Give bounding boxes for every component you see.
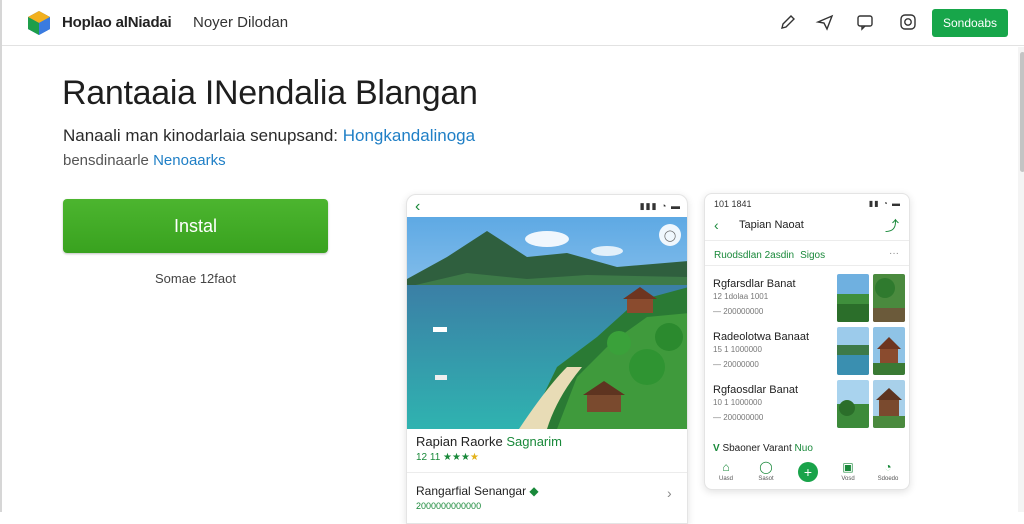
thumbnail-image	[837, 380, 869, 428]
category-row[interactable]: V Sbaoner Varant Nuo	[713, 443, 813, 454]
thumbnail-image	[837, 327, 869, 375]
divider	[705, 265, 909, 266]
signal-icons: ▮▮ ◔ ▬	[868, 199, 901, 208]
top-navbar: Hoplao alNiadai Noyer Dilodan Sondoabs	[2, 0, 1024, 46]
bookmark-icon: ▣	[842, 460, 854, 474]
category-tag: Nuo	[794, 443, 813, 454]
description-text-2: bensdinaarle	[63, 152, 154, 169]
place-tag[interactable]: Sagnarim	[506, 434, 562, 449]
page-title: Rantaaia INendalia Blangan	[62, 74, 478, 112]
lake-island-photo	[407, 217, 687, 429]
list-item-meta-2: — 200000000	[713, 413, 764, 422]
tab-profile[interactable]: ◔ Sdoedo	[873, 460, 903, 484]
status-bar: ‹ ▮▮▮ ◔ ▬	[407, 195, 687, 217]
tab-saved[interactable]: ▣ Vosd	[833, 460, 863, 484]
back-arrow-icon[interactable]: ‹	[415, 198, 420, 216]
screen-title: Tapian Naoat	[739, 219, 804, 231]
list-item[interactable]: Rgfaosdlar Banat 10 1 1000000 — 20000000…	[705, 380, 909, 434]
tab-label: Sasot	[758, 476, 774, 482]
list-item[interactable]: Rgfarsdlar Banat 12 1dolaa 1001 — 200000…	[705, 274, 909, 328]
chat-icon[interactable]	[855, 12, 875, 32]
rating-text: 12 11 ★★★	[416, 452, 470, 463]
phone-screenshot-list: 101 1841 ▮▮ ◔ ▬ ‹ Tapian Naoat ⤴ Ruodsdl…	[704, 193, 910, 490]
list-item[interactable]: Radeolotwa Banaat 15 1 1000000 — 2000000…	[705, 327, 909, 381]
add-button[interactable]: +	[798, 462, 818, 482]
tab-home[interactable]: ⌂ Uasd	[711, 460, 741, 484]
favorite-icon[interactable]: ◯	[659, 224, 681, 246]
diamond-icon: ◆	[529, 484, 539, 498]
tab-label: Uasd	[718, 476, 733, 482]
more-icon[interactable]: ···	[889, 248, 899, 259]
send-icon[interactable]	[815, 12, 835, 32]
nav-link[interactable]: Noyer Dilodan	[193, 14, 288, 31]
place-name-text: Rapian Raorke	[416, 434, 507, 449]
description-line-1: Nanaali man kinodarlaia senupsand: Hongk…	[63, 126, 475, 146]
divider	[705, 240, 909, 241]
list-item-name: Rangarfial Senangar	[416, 484, 530, 498]
list-item-meta-2: — 200000000	[713, 307, 764, 316]
profile-icon: ◔	[884, 460, 892, 474]
chevron-right-icon[interactable]: ›	[667, 485, 672, 501]
description-link[interactable]: Hongkandalinoga	[343, 126, 475, 145]
install-button[interactable]: Instal	[63, 199, 328, 253]
tab-label: Sdoedo	[877, 476, 899, 482]
list-item-name: Rgfarsdlar Banat	[713, 278, 796, 290]
networks-link[interactable]: Nenoaarks	[153, 152, 226, 169]
list-item-meta: 15 1 1000000	[713, 345, 762, 354]
filter-bar[interactable]: Ruodsdlan 2asdin Sigos	[714, 250, 825, 261]
divider	[407, 472, 687, 473]
signal-icons: ▮▮▮ ◔ ▬	[639, 201, 681, 211]
app-logo-icon[interactable]	[26, 10, 52, 36]
list-item-title[interactable]: Rangarfial Senangar ◆	[416, 484, 539, 498]
filter-sub: Sigos	[800, 250, 826, 261]
thumbnail-image	[837, 274, 869, 322]
home-icon: ⌂	[722, 460, 730, 474]
description-text: Nanaali man kinodarlaia senupsand:	[63, 126, 343, 145]
phone-screenshot-detail: ‹ ▮▮▮ ◔ ▬ ◯ Rapian Raorke Sagnarim 12 11…	[406, 194, 688, 524]
thumbnail-image	[873, 274, 905, 322]
place-name: Rapian Raorke Sagnarim	[416, 434, 562, 449]
share-icon[interactable]: ⤴	[885, 216, 899, 236]
signin-button[interactable]: Sondoabs	[932, 9, 1008, 37]
list-item-meta-2: — 20000000	[713, 360, 759, 369]
category-name: Sbaoner Varant	[722, 443, 795, 454]
list-item-meta: 10 1 1000000	[713, 398, 762, 407]
list-item-name: Radeolotwa Banaat	[713, 331, 810, 343]
search-icon: ◯	[759, 460, 773, 474]
tab-label: Vosd	[841, 476, 855, 482]
description-line-2: bensdinaarle Nenoaarks	[63, 152, 226, 169]
edit-icon[interactable]	[778, 12, 798, 32]
install-note: Somae 12faot	[155, 271, 236, 286]
brand-name[interactable]: Hoplao alNiadai	[62, 14, 172, 31]
star-icon: ★	[469, 452, 479, 463]
browser-window: Hoplao alNiadai Noyer Dilodan Sondoabs R…	[0, 0, 1024, 524]
filter-label: Ruodsdlan 2asdin	[714, 250, 795, 261]
thumbnail-image	[873, 327, 905, 375]
back-arrow-icon[interactable]: ‹	[714, 217, 719, 233]
rating: 12 11 ★★★★	[416, 452, 479, 463]
tab-search[interactable]: ◯ Sasot	[751, 460, 781, 484]
instagram-icon[interactable]	[898, 12, 918, 32]
thumbnail-image	[873, 380, 905, 428]
scrollbar-thumb[interactable]	[1020, 52, 1024, 172]
list-item-meta: 12 1dolaa 1001	[713, 292, 769, 301]
list-item-name: Rgfaosdlar Banat	[713, 384, 798, 396]
list-item-subtitle: 2000000000000	[416, 501, 482, 511]
status-time: 101 1841	[714, 199, 752, 209]
